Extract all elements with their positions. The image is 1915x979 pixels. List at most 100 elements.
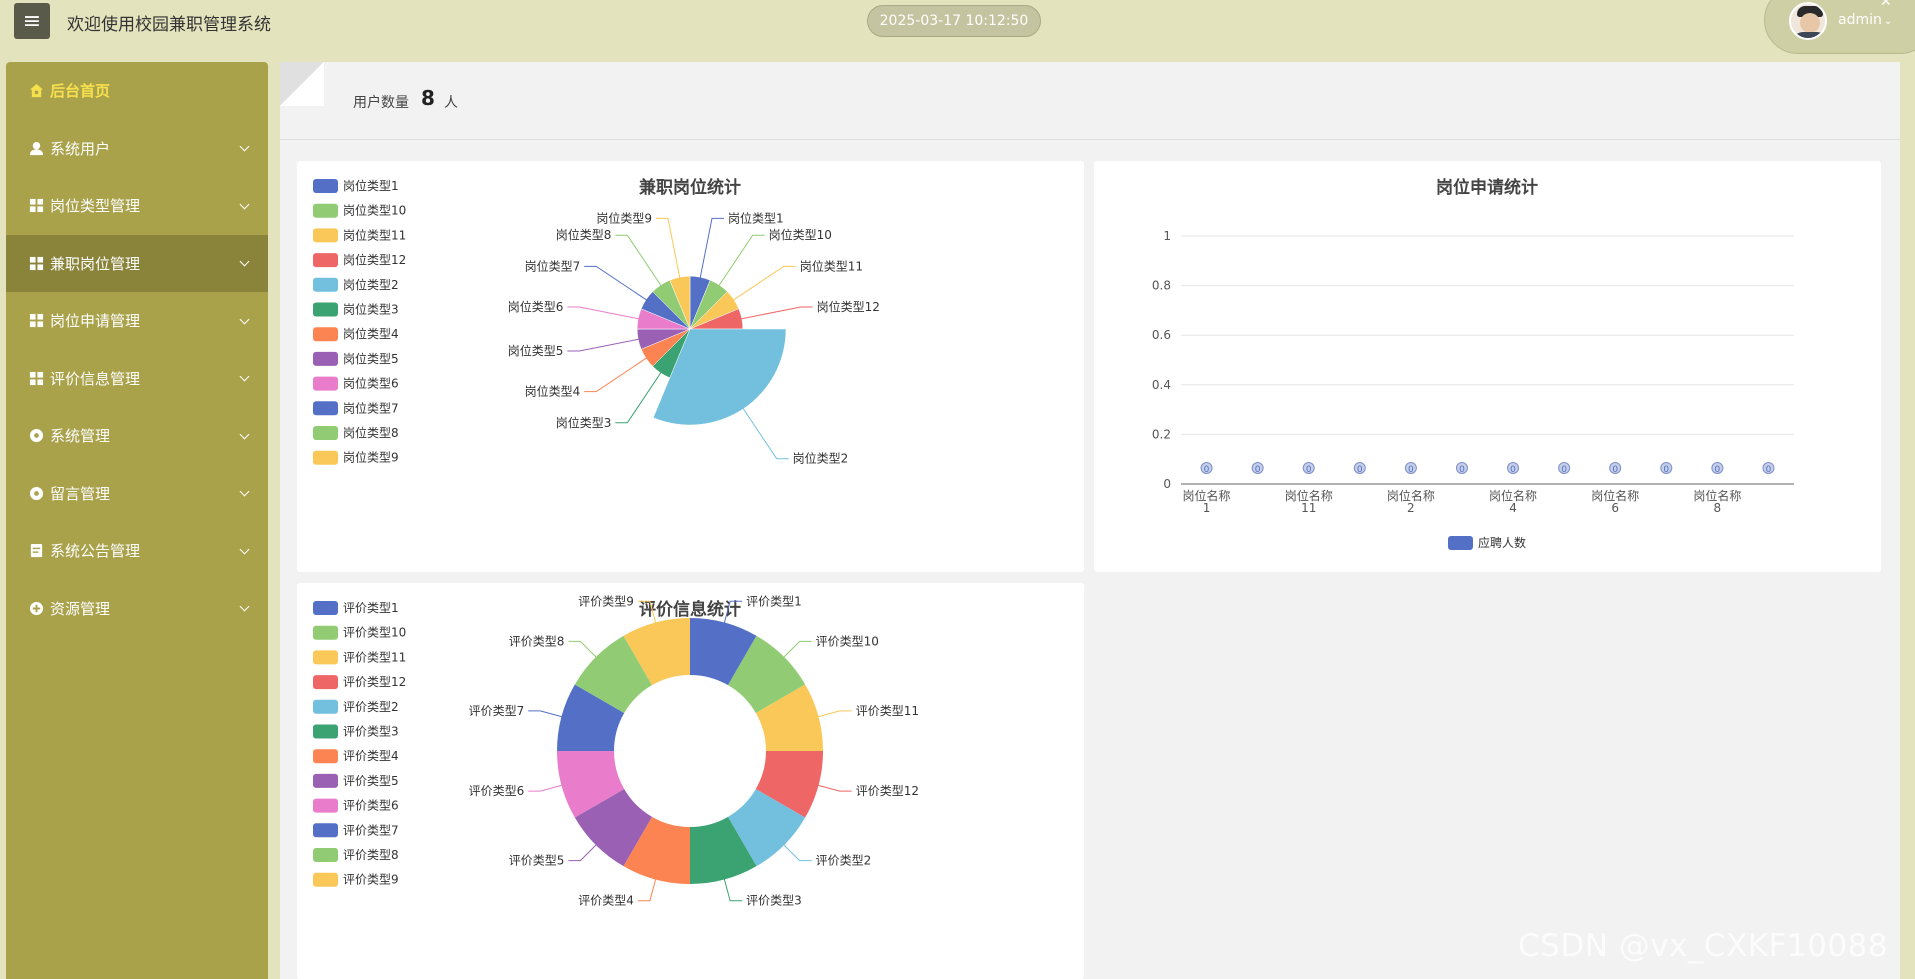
legend-label: 评价类型2	[343, 700, 399, 714]
grid-icon	[28, 370, 44, 386]
legend-label: 岗位类型1	[343, 178, 399, 193]
data-label: 0	[1766, 465, 1772, 475]
y-tick-label: 1	[1163, 229, 1171, 243]
legend-swatch	[313, 872, 338, 887]
legend-swatch	[313, 848, 338, 862]
data-label: 0	[1459, 465, 1465, 475]
sidebar-item-label: 留言管理	[50, 484, 111, 503]
legend-label: 岗位类型11	[343, 227, 406, 242]
plus-circle-icon	[28, 600, 44, 616]
gear-icon	[28, 428, 44, 444]
slice-label: 岗位类型1	[728, 210, 784, 225]
watermark: CSDN @vx_CXKF10088	[1518, 928, 1889, 964]
legend-label: 评价类型8	[343, 848, 399, 862]
legend-swatch	[313, 253, 338, 268]
document-icon	[28, 543, 44, 559]
y-tick-label: 0	[1163, 477, 1171, 491]
username-dropdown[interactable]: admin ⌄	[1838, 12, 1892, 28]
data-label: 0	[1612, 465, 1618, 475]
label-line	[528, 784, 564, 792]
x-tick-label: 1	[1203, 501, 1211, 515]
label-line	[816, 710, 852, 718]
hamburger-icon[interactable]: ≡	[14, 3, 50, 39]
sidebar-item-reviews[interactable]: 评价信息管理	[6, 350, 268, 408]
sidebar-item-announcements[interactable]: 系统公告管理	[6, 522, 268, 580]
grid-icon	[28, 255, 44, 271]
label-line	[567, 306, 641, 320]
legend-swatch	[313, 749, 338, 764]
legend-label: 评价类型12	[343, 675, 406, 689]
legend-swatch	[313, 625, 338, 640]
sidebar-item-label: 系统用户	[50, 139, 111, 158]
legend-swatch	[313, 798, 338, 813]
rose-chart-jobs: 兼职岗位统计岗位类型1岗位类型10岗位类型11岗位类型12岗位类型2岗位类型3岗…	[313, 177, 880, 466]
chevron-down-icon	[239, 314, 250, 325]
legend-label: 评价类型3	[343, 725, 399, 739]
label-line	[584, 356, 649, 393]
sidebar-item-label: 资源管理	[50, 599, 111, 618]
legend-swatch	[1448, 536, 1473, 550]
y-tick-label: 0.8	[1152, 279, 1171, 293]
user-count-unit: 人	[444, 95, 458, 111]
label-line	[584, 265, 649, 302]
chart-card-reviews: 评价信息统计 评价类型1 评价类型10 评价类型11 评价类型12 评价类型2 评价类型3 评…	[297, 583, 1084, 979]
label-line	[717, 234, 765, 288]
top-bar: ≡ 欢迎使用校园兼职管理系统 2025-03-17 10:12:50 admin…	[0, 0, 1915, 60]
sidebar-item-messages[interactable]: 留言管理	[6, 465, 268, 523]
sidebar-item-home[interactable]: 后台首页	[6, 62, 268, 120]
slice-label: 岗位类型9	[596, 210, 652, 225]
data-label: 0	[1306, 465, 1312, 475]
slice-label: 评价类型2	[816, 854, 872, 868]
sidebar-item-label: 后台首页	[50, 82, 111, 101]
legend-swatch	[313, 650, 338, 665]
data-label: 0	[1561, 465, 1567, 475]
corner-decoration	[280, 62, 324, 106]
slice-label: 评价类型12	[856, 784, 919, 798]
sidebar-item-resources[interactable]: 资源管理	[6, 580, 268, 638]
home-icon	[28, 83, 44, 99]
legend-label: 岗位类型12	[343, 252, 406, 267]
sidebar-item-label: 系统管理	[50, 427, 111, 446]
chevron-down-icon	[239, 199, 250, 210]
legend-label: 岗位类型5	[343, 351, 399, 366]
slice-label: 评价类型7	[469, 704, 525, 718]
chart-title: 兼职岗位统计	[639, 177, 741, 198]
legend-label: 岗位类型10	[343, 203, 406, 218]
sidebar-item-system-users[interactable]: 系统用户	[6, 120, 268, 178]
y-tick-label: 0.4	[1152, 378, 1171, 392]
x-tick-label: 6	[1611, 501, 1619, 515]
slice-label: 岗位类型12	[817, 299, 880, 314]
legend-label: 岗位类型7	[343, 400, 399, 415]
label-line	[637, 877, 657, 902]
legend-swatch	[313, 699, 338, 714]
chevron-down-icon	[239, 371, 250, 382]
legend-swatch	[313, 351, 338, 366]
label-line	[782, 640, 812, 659]
legend-swatch	[313, 426, 338, 440]
sidebar-item-applications[interactable]: 岗位申请管理	[6, 292, 268, 350]
x-tick-label: 4	[1509, 501, 1517, 515]
slice-label: 评价类型8	[509, 634, 565, 648]
data-label: 0	[1255, 465, 1261, 475]
sidebar: 后台首页 系统用户 岗位类型管理 兼职岗位管理 岗位申请管理 评价信息管理 系统…	[6, 62, 268, 979]
sidebar-item-part-time-jobs[interactable]: 兼职岗位管理	[6, 234, 268, 292]
slice-label: 岗位类型4	[525, 384, 581, 399]
label-line	[731, 265, 796, 302]
slice-label: 岗位类型5	[508, 343, 564, 358]
slice-label: 岗位类型10	[769, 227, 832, 242]
sidebar-item-system[interactable]: 系统管理	[6, 407, 268, 465]
legend-label: 评价类型4	[343, 749, 399, 763]
legend-swatch	[313, 302, 338, 317]
label-line	[655, 217, 681, 280]
close-icon[interactable]: ✕	[1880, 0, 1892, 10]
legend-label: 岗位类型3	[343, 302, 399, 317]
label-line	[723, 877, 743, 902]
chevron-down-icon: ⌄	[1883, 16, 1893, 27]
slice-label: 评价类型6	[469, 784, 525, 798]
slice-label: 评价类型9	[578, 594, 634, 608]
avatar[interactable]	[1789, 2, 1827, 40]
x-tick-label: 11	[1301, 501, 1316, 515]
slice-label: 岗位类型6	[508, 299, 564, 314]
sidebar-item-job-types[interactable]: 岗位类型管理	[6, 177, 268, 235]
datetime-display: 2025-03-17 10:12:50	[867, 5, 1041, 37]
